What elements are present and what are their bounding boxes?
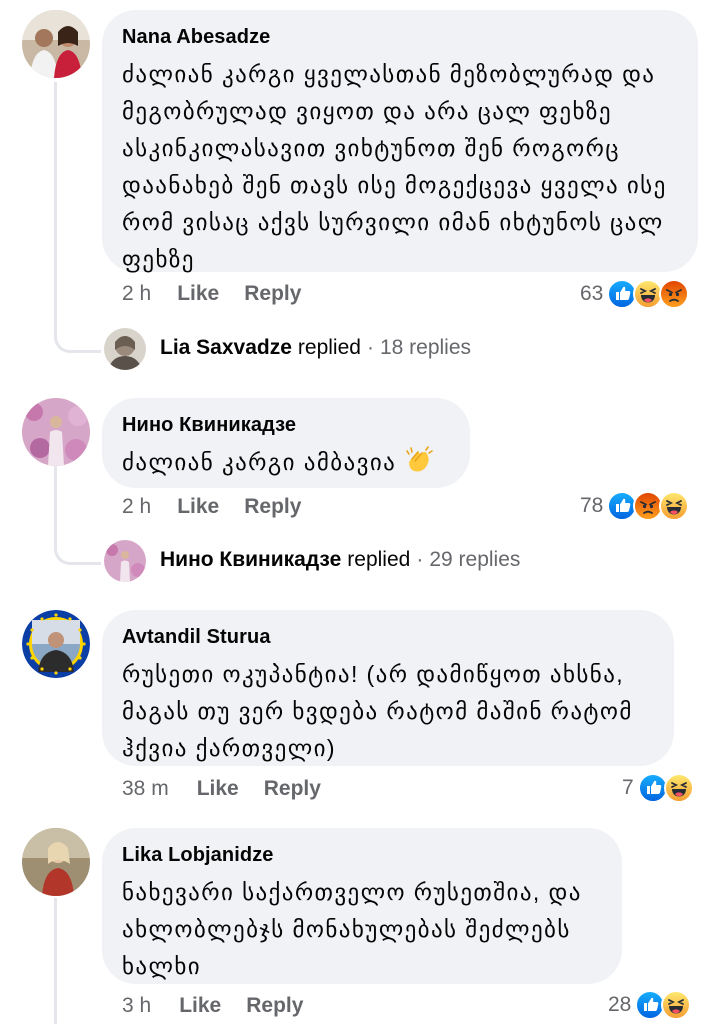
avatar[interactable] <box>22 828 90 896</box>
reaction-count: 28 <box>608 993 632 1016</box>
comment-time[interactable]: 2 h <box>122 495 151 519</box>
reaction-count: 63 <box>580 282 604 305</box>
avatar[interactable] <box>22 10 90 78</box>
separator-dot: · <box>366 336 374 359</box>
reaction-summary[interactable]: 7 <box>622 773 694 803</box>
thread-branch <box>54 322 101 353</box>
thread-line <box>54 82 57 322</box>
comment-time[interactable]: 3 h <box>122 994 151 1018</box>
comment-text: ძალიან კარგი ყველასთან მეზობლურად და მეგ… <box>122 61 667 272</box>
reply-button[interactable]: Reply <box>246 994 303 1018</box>
comment-author[interactable]: Нино Квиникадзе <box>122 412 450 438</box>
comment-text: ნახევარი საქართველო რუსეთშია, და ახლობლე… <box>122 879 582 979</box>
comment-bubble: Avtandil Sturua რუსეთი ოკუპანტია! (არ და… <box>102 610 674 766</box>
reply-button[interactable]: Reply <box>244 282 301 306</box>
avatar[interactable] <box>22 610 90 678</box>
like-button[interactable]: Like <box>177 282 219 306</box>
comment-actions: 2 h Like Reply <box>122 282 301 306</box>
comment-time[interactable]: 2 h <box>122 282 151 306</box>
haha-icon <box>661 990 691 1020</box>
comment-time[interactable]: 38 m <box>122 777 169 801</box>
comment-author[interactable]: Nana Abesadze <box>122 24 678 50</box>
reply-button[interactable]: Reply <box>244 495 301 519</box>
reaction-summary[interactable]: 63 <box>580 279 689 309</box>
haha-icon <box>664 773 694 803</box>
comment-bubble: Нино Квиникадзе ძალიან კარგი ამბავია <box>102 398 470 488</box>
thread-branch <box>54 534 101 565</box>
comment-author[interactable]: Avtandil Sturua <box>122 624 654 650</box>
view-replies-link[interactable]: Lia Saxvadze replied · 18 replies <box>160 336 471 360</box>
reply-count: 29 replies <box>429 548 521 571</box>
thread-line <box>54 466 57 534</box>
view-replies-link[interactable]: Нино Квиникадзе replied · 29 replies <box>160 548 520 572</box>
reaction-count: 78 <box>580 494 604 517</box>
separator-dot: · <box>416 548 424 571</box>
like-button[interactable]: Like <box>179 994 221 1018</box>
reaction-count: 7 <box>622 776 634 799</box>
thread-line <box>54 898 57 1024</box>
comment-actions: 2 h Like Reply <box>122 495 301 519</box>
comment-actions: 38 m Like Reply <box>122 777 321 801</box>
reply-author: Нино Квиникадзе <box>160 548 342 571</box>
reply-avatar[interactable] <box>104 540 146 582</box>
reply-button[interactable]: Reply <box>264 777 321 801</box>
reply-count: 18 replies <box>379 336 472 359</box>
reply-author: Lia Saxvadze <box>160 336 292 359</box>
clapping-hands-icon <box>402 444 434 487</box>
haha-icon <box>659 491 689 521</box>
comment-bubble: Lika Lobjanidze ნახევარი საქართველო რუსე… <box>102 828 622 984</box>
comment-actions: 3 h Like Reply <box>122 994 303 1018</box>
reply-avatar[interactable] <box>104 328 146 370</box>
like-button[interactable]: Like <box>197 777 239 801</box>
comment-text: ძალიან კარგი ამბავია <box>122 449 397 475</box>
like-button[interactable]: Like <box>177 495 219 519</box>
comment-text: რუსეთი ოკუპანტია! (არ დამიწყოთ ახსნა, მა… <box>122 661 633 761</box>
reaction-summary[interactable]: 78 <box>580 491 689 521</box>
avatar[interactable] <box>22 398 90 466</box>
angry-icon <box>659 279 689 309</box>
comment-bubble: Nana Abesadze ძალიან კარგი ყველასთან მეზ… <box>102 10 698 272</box>
comment-author[interactable]: Lika Lobjanidze <box>122 842 602 868</box>
reaction-summary[interactable]: 28 <box>608 990 691 1020</box>
replied-label: replied <box>347 548 411 571</box>
replied-label: replied <box>297 336 361 359</box>
